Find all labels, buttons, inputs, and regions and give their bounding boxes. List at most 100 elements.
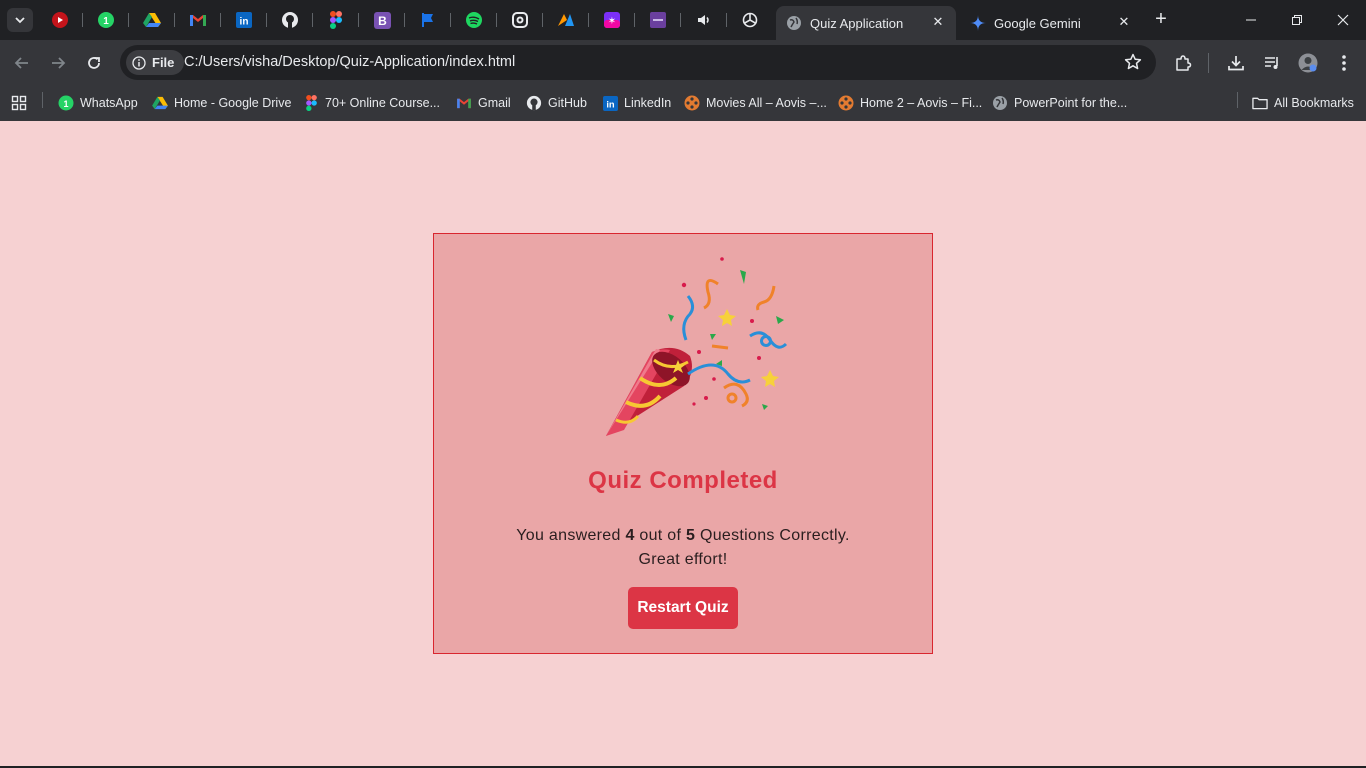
google-drive-icon [152,96,168,110]
film-reel-icon [684,95,700,111]
pinned-tab-gmail[interactable] [186,8,210,32]
star-app-icon: ✶ [604,12,620,28]
linkedin-icon: in [602,95,618,111]
profile-button[interactable] [1296,51,1320,75]
info-icon [132,55,146,70]
restart-quiz-button[interactable]: Restart Quiz [628,587,738,629]
bookmark-whatsapp[interactable]: 1 WhatsApp [58,91,138,115]
browser-toolbar: File C:/Users/visha/Desktop/Quiz-Applica… [0,40,1366,85]
pinned-tab-linkedin[interactable]: in [232,8,256,32]
bookmark-linkedin[interactable]: in LinkedIn [602,91,671,115]
quiz-result-text: You answered 4 out of 5 Questions Correc… [434,524,932,572]
tab-search-button[interactable] [7,8,33,32]
site-info-chip[interactable]: File [126,50,185,75]
gmail-icon [457,98,471,109]
avatar [1298,53,1318,73]
bookmark-label: All Bookmarks [1274,96,1354,110]
figma-icon [305,95,317,111]
media-controls-button[interactable] [1260,51,1284,75]
film-reel-icon [838,95,854,111]
tab-quiz-application[interactable]: Quiz Application ✕ [776,6,956,40]
bookmark-github[interactable]: GitHub [526,91,587,115]
pinned-tab-app[interactable] [554,8,578,32]
restore-icon [1292,15,1302,25]
bookmark-gmail[interactable]: Gmail [456,91,511,115]
pinned-tab-whatsapp[interactable]: 1 [94,8,118,32]
extensions-button[interactable] [1171,51,1195,75]
pinned-tab-figma[interactable] [324,8,348,32]
svg-text:1: 1 [103,16,109,27]
close-window-button[interactable] [1320,0,1366,40]
more-vertical-icon [1342,55,1346,71]
reload-button[interactable] [82,51,106,75]
total-value: 5 [686,527,696,544]
svg-text:in: in [606,99,615,109]
reload-icon [88,57,100,69]
minimize-icon [1246,19,1256,21]
pinned-tab-bootstrap[interactable]: B [370,8,394,32]
menu-button[interactable] [1332,51,1356,75]
gemini-icon [970,15,986,31]
new-tab-button[interactable]: + [1150,9,1172,31]
bookmark-label: GitHub [548,96,587,110]
bookmark-home-2[interactable]: Home 2 – Aovis – Fi... [838,91,982,115]
bookmark-label: WhatsApp [80,96,138,110]
whatsapp-icon: 1 [58,95,74,111]
forward-button[interactable] [46,51,70,75]
close-tab-button[interactable]: ✕ [1116,14,1132,30]
globe-icon [993,96,1007,110]
all-bookmarks-button[interactable]: All Bookmarks [1252,91,1354,115]
bookmark-label: Gmail [478,96,511,110]
svg-text:1: 1 [63,99,68,109]
pinned-tab-youtube[interactable] [48,8,72,32]
pinned-tab-google-drive[interactable] [140,8,164,32]
bookmark-online-courses[interactable]: 70+ Online Course... [303,91,440,115]
feedback-text: Great effort! [638,551,728,568]
pinned-tab-coolors[interactable] [646,8,670,32]
github-icon [282,12,298,28]
speaker-icon [698,15,709,25]
pinned-tab-copilot[interactable] [508,8,532,32]
pinned-tab-chatgpt[interactable] [738,8,762,32]
page-viewport: Quiz Completed You answered 4 out of 5 Q… [0,121,1366,766]
tab-google-gemini[interactable]: Google Gemini ✕ [960,6,1142,40]
minimize-button[interactable] [1228,0,1274,40]
pinned-tab-github[interactable] [278,8,302,32]
bookmark-powerpoint[interactable]: PowerPoint for the... [992,91,1127,115]
restore-button[interactable] [1274,0,1320,40]
pinned-tab-star-app[interactable]: ✶ [600,8,624,32]
bookmarks-bar: 1 WhatsApp Home - Google Drive 70+ Onlin… [0,85,1366,121]
url-text[interactable]: C:/Users/visha/Desktop/Quiz-Application/… [184,54,515,70]
spotify-icon [466,12,482,28]
close-tab-button[interactable]: ✕ [930,14,946,30]
copilot-icon [512,12,528,28]
address-bar[interactable]: File C:/Users/visha/Desktop/Quiz-Applica… [120,45,1156,80]
figma-icon [330,11,342,29]
back-button[interactable] [10,51,34,75]
svg-text:B: B [378,14,387,28]
svg-text:in: in [240,17,249,28]
chevron-down-icon [15,17,25,24]
bookmark-google-drive[interactable]: Home - Google Drive [152,91,291,115]
bookmark-star-button[interactable] [1124,53,1142,71]
bookmark-movies-all[interactable]: Movies All – Aovis –... [684,91,827,115]
apps-button[interactable] [11,91,27,115]
pinned-tab-audio[interactable] [692,8,716,32]
puzzle-icon [1176,55,1192,71]
pinned-tab-spotify[interactable] [462,8,486,32]
result-middle: out of [639,527,682,544]
gmail-icon [190,15,206,26]
github-icon [526,95,542,111]
result-suffix: Questions Correctly. [699,527,850,544]
coolors-icon [650,12,666,28]
party-popper-icon [606,257,788,436]
tab-title: Google Gemini [994,15,1081,31]
star-icon [1124,53,1142,70]
bookmark-label: Home 2 – Aovis – Fi... [860,96,983,110]
pinned-tab-flag[interactable] [416,8,440,32]
media-queue-icon [1265,57,1278,69]
bookmark-label: LinkedIn [624,96,672,110]
downloads-button[interactable] [1224,51,1248,75]
bookmark-label: PowerPoint for the... [1014,96,1128,110]
app-icon [558,14,574,26]
